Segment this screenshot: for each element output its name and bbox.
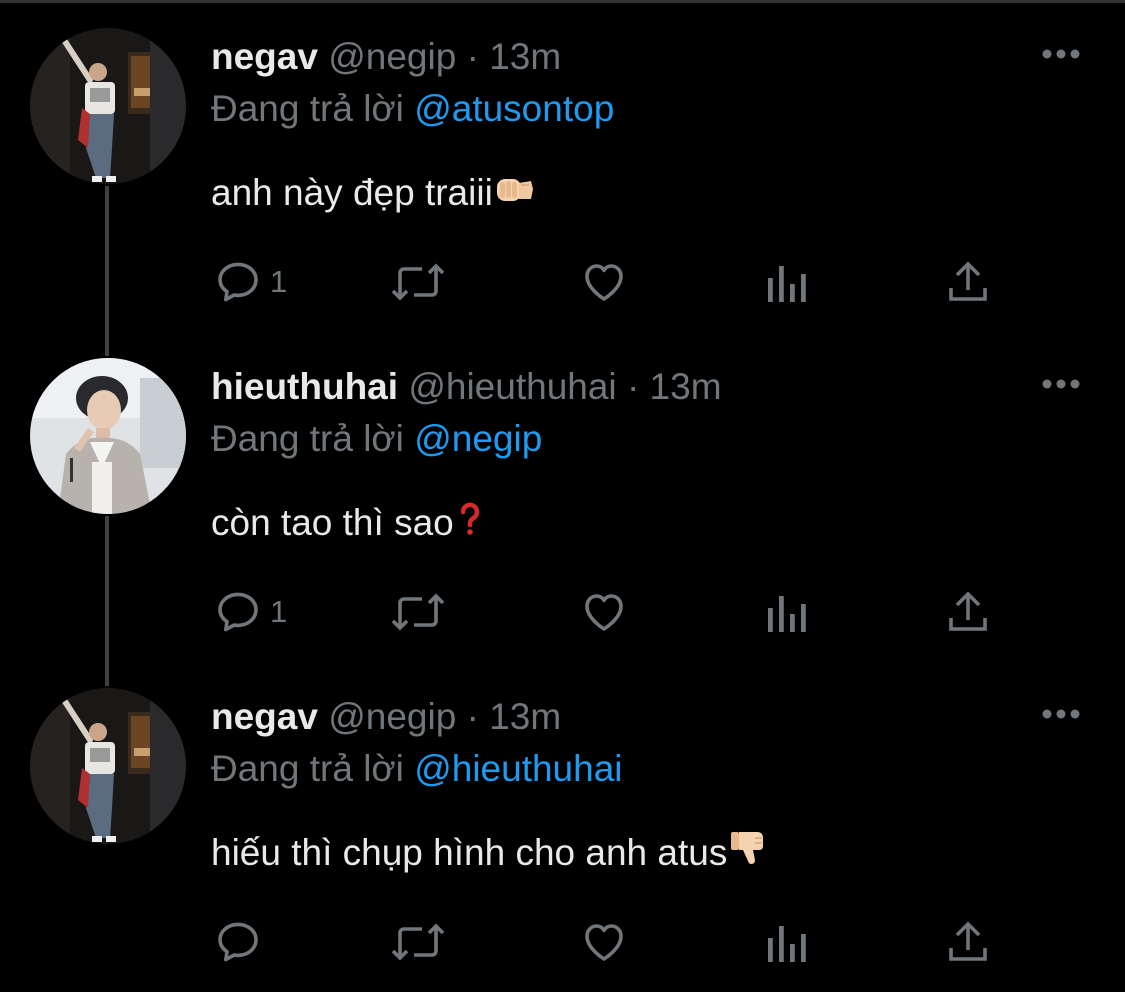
tweet-text-content: anh này đẹp traiii (211, 172, 493, 213)
timestamp[interactable]: 13m (489, 36, 561, 77)
tweet-text: hiếu thì chụp hình cho anh atus (211, 826, 769, 880)
replying-to-label: Đang trả lời (211, 418, 404, 459)
replying-to-label: Đang trả lời (211, 88, 404, 129)
timestamp[interactable]: 13m (489, 696, 561, 737)
share-button[interactable] (944, 256, 992, 308)
display-name[interactable]: hieuthuhai (211, 366, 398, 407)
heart-icon (585, 594, 623, 631)
like-button[interactable] (580, 916, 628, 968)
tweet-header: negav @negip · 13m (211, 692, 561, 742)
retweet-button[interactable] (390, 586, 446, 638)
replying-to: Đang trả lời @atusontop (211, 84, 614, 134)
like-button[interactable] (580, 586, 628, 638)
analytics-icon (768, 596, 806, 632)
reply-count: 1 (270, 264, 288, 299)
separator-dot: · (466, 696, 479, 737)
thumbs-down-emoji (729, 828, 769, 883)
reply-bubble-icon (218, 922, 258, 962)
tweet-text: anh này đẹp traiii (211, 166, 535, 220)
retweet-button[interactable] (390, 256, 446, 308)
heart-icon (585, 264, 623, 301)
user-handle[interactable]: @hieuthuhai (408, 366, 616, 407)
tweet-header: hieuthuhai @hieuthuhai · 13m (211, 362, 722, 412)
tweet[interactable]: negav @negip · 13m Đang trả lời @atusont… (0, 0, 1125, 330)
separator-dot: · (626, 366, 640, 407)
replying-to: Đang trả lời @negip (211, 414, 542, 464)
share-icon (949, 921, 987, 961)
red-question-mark-emoji (456, 498, 484, 552)
avatar[interactable] (30, 28, 186, 184)
tweet-header: negav @negip · 13m (211, 32, 561, 82)
avatar[interactable] (30, 688, 186, 844)
retweet-icon (391, 593, 445, 631)
mention-link[interactable]: @hieuthuhai (414, 748, 622, 789)
reply-bubble-icon (218, 262, 258, 302)
more-horizontal-icon[interactable] (1040, 706, 1082, 722)
analytics-icon (768, 266, 806, 302)
like-button[interactable] (580, 256, 628, 308)
share-button[interactable] (944, 916, 992, 968)
more-horizontal-icon[interactable] (1040, 46, 1082, 62)
more-horizontal-icon[interactable] (1040, 376, 1082, 392)
reply-count: 1 (270, 594, 288, 629)
reply-button[interactable]: 1 (214, 256, 287, 308)
retweet-button[interactable] (390, 916, 446, 968)
tweet[interactable]: hieuthuhai @hieuthuhai · 13m Đang trả lờ… (0, 330, 1125, 660)
share-icon (949, 591, 987, 631)
share-icon (949, 261, 987, 301)
retweet-icon (391, 263, 445, 301)
analytics-button[interactable] (764, 256, 808, 308)
replying-to-label: Đang trả lời (211, 748, 404, 789)
tweet-text: còn tao thì sao (211, 496, 484, 550)
display-name[interactable]: negav (211, 696, 318, 737)
tweet-text-content: còn tao thì sao (211, 502, 454, 543)
display-name[interactable]: negav (211, 36, 318, 77)
user-handle[interactable]: @negip (328, 36, 456, 77)
tweet[interactable]: negav @negip · 13m Đang trả lời @hieuthu… (0, 660, 1125, 990)
tweet-text-content: hiếu thì chụp hình cho anh atus (211, 832, 728, 873)
analytics-icon (768, 926, 806, 962)
retweet-icon (391, 923, 445, 961)
avatar[interactable] (30, 358, 186, 514)
heart-icon (585, 924, 623, 961)
timestamp[interactable]: 13m (650, 366, 722, 407)
share-button[interactable] (944, 586, 992, 638)
user-handle[interactable]: @negip (328, 696, 456, 737)
mention-link[interactable]: @atusontop (414, 88, 614, 129)
reply-bubble-icon (218, 592, 258, 632)
mention-link[interactable]: @negip (414, 418, 542, 459)
fist-bump-emoji (495, 168, 535, 222)
analytics-button[interactable] (764, 586, 808, 638)
analytics-button[interactable] (764, 916, 808, 968)
separator-dot: · (466, 36, 479, 77)
replying-to: Đang trả lời @hieuthuhai (211, 744, 623, 794)
reply-button[interactable] (214, 916, 270, 968)
reply-button[interactable]: 1 (214, 586, 287, 638)
